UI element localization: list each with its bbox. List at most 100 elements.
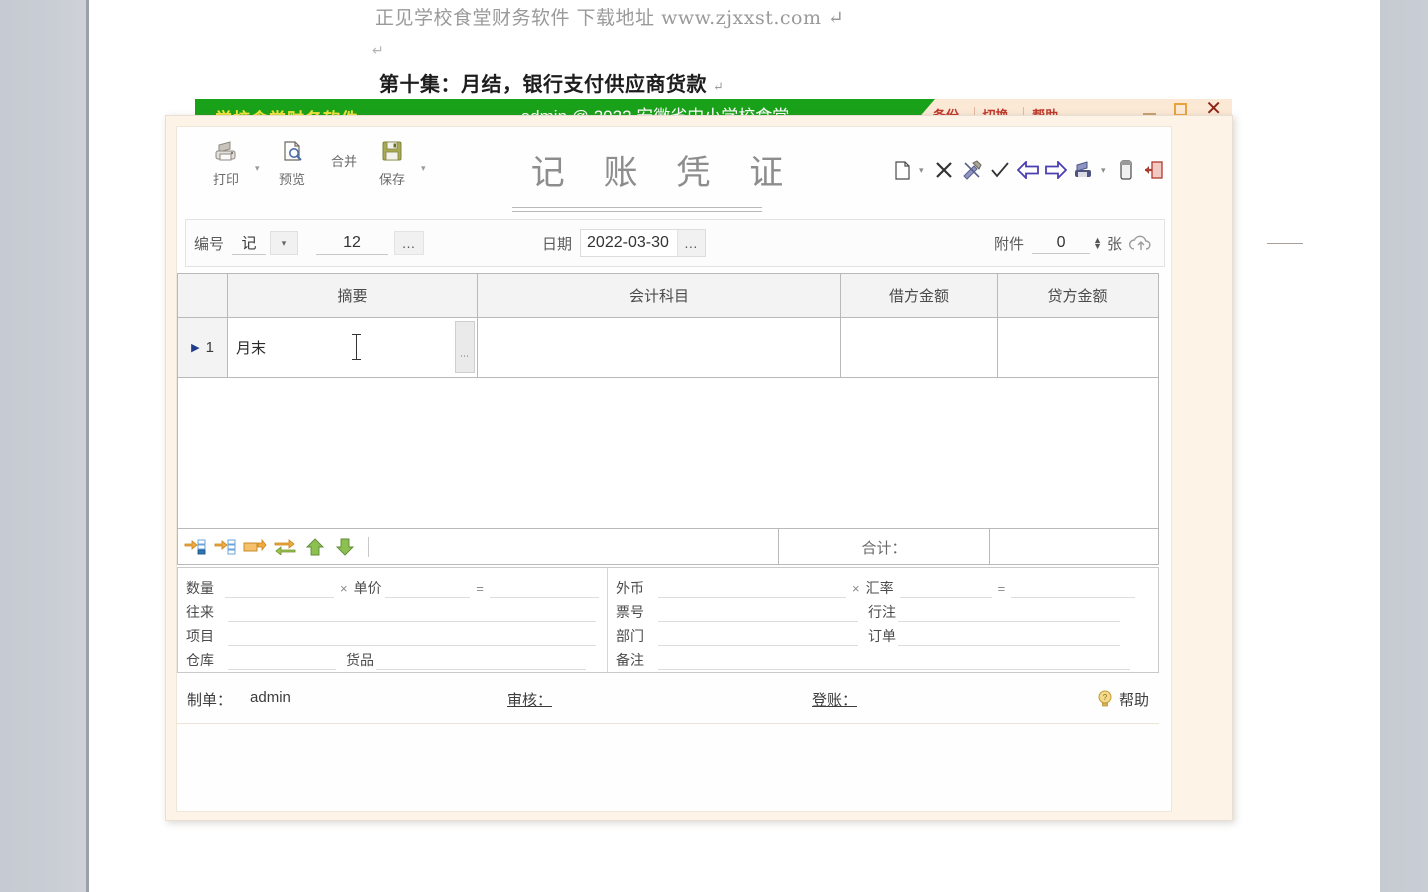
preview-button-label: 预览: [278, 172, 305, 187]
exchange-rate-label: 汇率: [865, 580, 894, 596]
number-prefix-value[interactable]: 记: [232, 231, 267, 255]
exit-icon[interactable]: [1143, 159, 1165, 181]
print-icon[interactable]: [1073, 159, 1095, 181]
insert-row-above-icon[interactable]: [182, 536, 208, 558]
column-header-account: 会计科目: [478, 274, 841, 317]
cloud-upload-icon[interactable]: [1128, 233, 1154, 253]
column-header-debit: 借方金额: [841, 274, 998, 317]
summary-editor-button[interactable]: ⋯: [455, 321, 475, 373]
table-row[interactable]: ▶ 1 月末 ⋯: [178, 318, 1158, 378]
bill-no-label: 票号: [616, 604, 644, 620]
date-field[interactable]: 2022-03-30 …: [580, 229, 706, 257]
cell-credit[interactable]: [998, 318, 1157, 377]
detail-right-column: 外币 × 汇率 = 票号 行注 部门 订单 备注: [608, 568, 1158, 672]
warehouse-label: 仓库: [186, 652, 214, 668]
department-input[interactable]: [658, 627, 858, 646]
date-picker-button[interactable]: …: [676, 230, 705, 256]
help-bulb-icon: ?: [1097, 690, 1113, 708]
row-index: 1: [205, 339, 214, 356]
window-controls: ✕: [1143, 99, 1222, 119]
column-header-credit: 贷方金额: [1047, 288, 1108, 305]
merge-button-label: 合并: [330, 154, 357, 169]
goods-label: 货品: [346, 652, 374, 668]
check-icon[interactable]: [989, 159, 1011, 181]
insert-row-below-icon[interactable]: [212, 536, 238, 558]
swap-rows-icon[interactable]: [272, 536, 298, 558]
document-right-margin: [1380, 0, 1428, 892]
equals-operator: =: [476, 581, 484, 596]
exchange-rate-input[interactable]: [899, 579, 992, 598]
tools-icon[interactable]: [961, 159, 983, 181]
device-icon[interactable]: [1115, 159, 1137, 181]
number-browse-button[interactable]: …: [394, 231, 425, 255]
new-document-icon[interactable]: [891, 159, 913, 181]
currency-input[interactable]: [658, 579, 846, 598]
detail-row-project: 项目: [186, 622, 599, 646]
quantity-input[interactable]: [224, 579, 335, 598]
goods-input[interactable]: [376, 651, 586, 670]
help-button[interactable]: ? 帮助: [1097, 689, 1149, 710]
grid-empty-area[interactable]: [178, 378, 1158, 528]
order-input[interactable]: [898, 627, 1120, 646]
row-selector[interactable]: ▶ 1: [178, 318, 228, 377]
attachment-input[interactable]: 0: [1032, 232, 1091, 254]
merge-button[interactable]: 合并: [317, 149, 371, 189]
document-rule: [1267, 243, 1303, 244]
line-note-input[interactable]: [898, 603, 1120, 622]
voucher-toolbar: 打印 ▾ 预览 合并 保存 ▾ 记 账 凭 证 ▾ ▾: [177, 127, 1173, 212]
multiply-operator: ×: [340, 581, 348, 596]
department-label: 部门: [616, 628, 644, 644]
title-underline-top: [512, 207, 762, 208]
unit-price-label: 单价: [353, 580, 382, 596]
cell-account[interactable]: [478, 318, 841, 377]
new-document-dropdown-icon[interactable]: ▾: [919, 165, 927, 176]
move-row-up-icon[interactable]: [302, 536, 328, 558]
voucher-entries-grid: 摘要 会计科目 借方金额 贷方金额 ▶ 1 月末 ⋯: [177, 273, 1159, 529]
maximize-icon[interactable]: [1174, 102, 1188, 116]
print-button[interactable]: 打印: [199, 135, 253, 197]
append-row-icon[interactable]: [242, 536, 268, 558]
project-input[interactable]: [228, 627, 596, 646]
detail-row-remark: 备注: [616, 646, 1150, 670]
voucher-detail-fields: 数量 × 单价 = 往来 项目 仓库 货品 外币 × 汇率 = 票号 行注 部门…: [177, 567, 1159, 673]
cell-debit[interactable]: [841, 318, 998, 377]
number-input[interactable]: 12: [316, 231, 389, 255]
document-header-line: 正见学校食堂财务软件 下载地址 www.zjxxst.com ↵: [375, 7, 845, 29]
attachment-stepper[interactable]: ▲ ▼: [1090, 236, 1105, 251]
save-button[interactable]: 保存: [365, 135, 419, 197]
amount-input[interactable]: [489, 579, 599, 598]
preview-button[interactable]: 预览: [265, 135, 319, 197]
voucher-status-bar: 制单： admin 审核： 登账： ? 帮助: [177, 679, 1159, 719]
attachment-unit: 张: [1106, 235, 1122, 253]
detail-row-warehouse: 仓库 货品: [186, 646, 599, 670]
next-icon[interactable]: [1045, 159, 1067, 181]
close-icon[interactable]: ✕: [1205, 99, 1222, 119]
stepper-down-icon: ▼: [1093, 241, 1102, 251]
save-dropdown-icon[interactable]: ▾: [421, 163, 426, 174]
screen: 正见学校食堂财务软件 下载地址 www.zjxxst.com ↵ ↵ 第十集：月…: [0, 0, 1428, 892]
move-row-down-icon[interactable]: [332, 536, 358, 558]
order-label: 订单: [868, 628, 896, 644]
previous-icon[interactable]: [1017, 159, 1039, 181]
post-link[interactable]: 登账：: [812, 689, 857, 710]
maker-value: admin: [250, 688, 291, 706]
print-dropdown-icon[interactable]: ▾: [255, 163, 260, 174]
toolbar-separator: [368, 537, 369, 557]
cell-summary[interactable]: 月末 ⋯: [228, 318, 478, 377]
remark-input[interactable]: [658, 651, 1130, 670]
warehouse-input[interactable]: [228, 651, 336, 670]
audit-link[interactable]: 审核：: [507, 689, 552, 710]
text-cursor-icon: [352, 334, 361, 360]
voucher-dialog-body: 打印 ▾ 预览 合并 保存 ▾ 记 账 凭 证 ▾ ▾ 编号 记 ▾ 12 … …: [176, 126, 1172, 812]
unit-price-input[interactable]: [385, 579, 471, 598]
contact-input[interactable]: [228, 603, 596, 622]
printer-icon: [213, 135, 239, 167]
remark-label: 备注: [616, 652, 644, 668]
number-prefix-dropdown-icon[interactable]: ▾: [270, 231, 299, 255]
detail-left-column: 数量 × 单价 = 往来 项目 仓库 货品: [178, 568, 608, 672]
document-pilcrow: ↵: [372, 42, 384, 58]
converted-amount-input[interactable]: [1011, 579, 1136, 598]
print-dropdown-icon[interactable]: ▾: [1101, 165, 1109, 176]
delete-icon[interactable]: [933, 159, 955, 181]
bill-no-input[interactable]: [658, 603, 858, 622]
